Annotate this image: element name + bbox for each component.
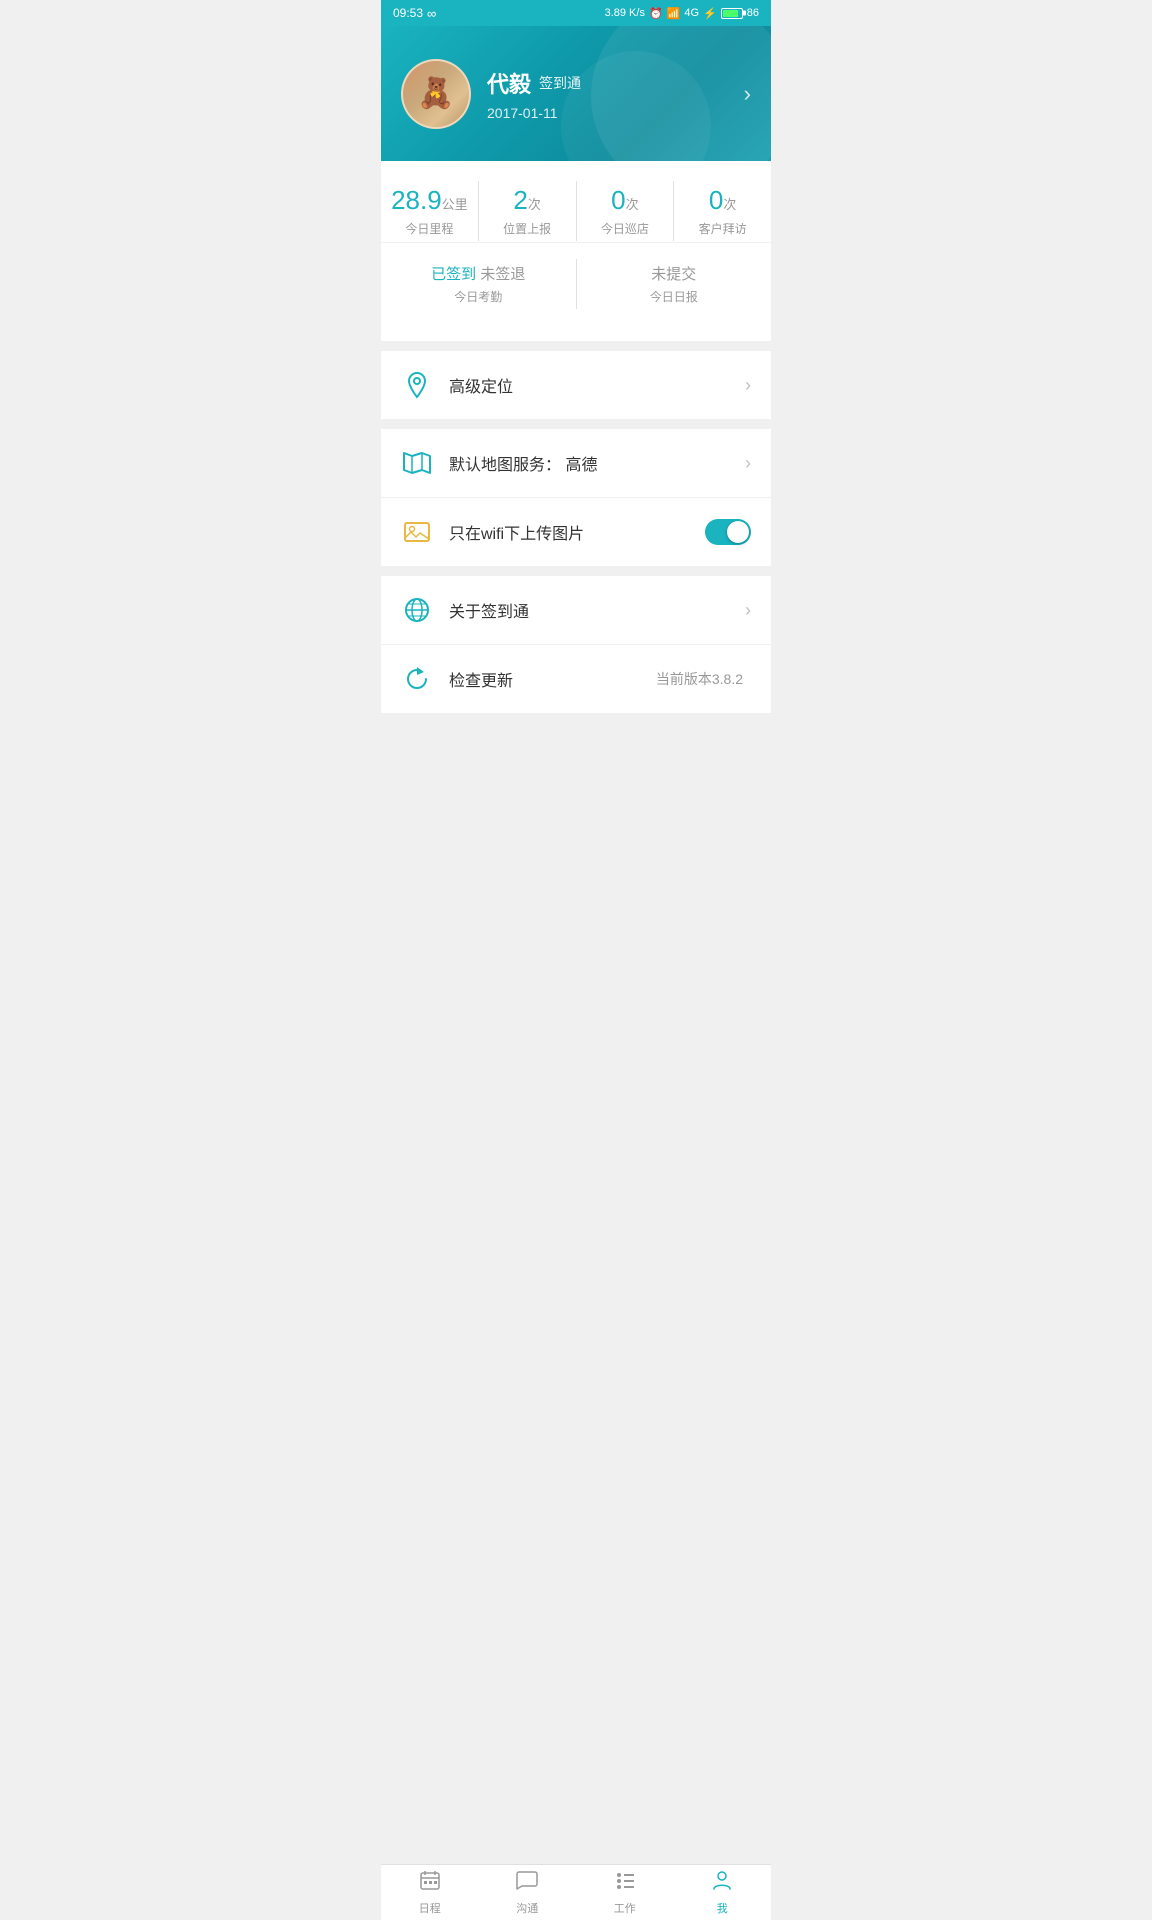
menu-label-about: 关于签到通 <box>449 598 745 622</box>
nav-label-me: 我 <box>717 1900 728 1916</box>
globe-icon <box>401 594 433 626</box>
wifi-icon: 📶 <box>667 7 681 20</box>
map-icon <box>401 447 433 479</box>
menu-label-update: 检查更新 <box>449 667 656 691</box>
chat-icon <box>516 1869 538 1897</box>
avatar <box>401 59 471 129</box>
chevron-location-icon: › <box>745 375 751 396</box>
work-icon <box>614 1869 636 1897</box>
alarm-icon: ⏰ <box>649 7 663 20</box>
menu-label-wifi-upload: 只在wifi下上传图片 <box>449 520 705 544</box>
infinite-icon: ∞ <box>427 6 436 21</box>
status-bar: 09:53 ∞ 3.89 K/s ⏰ 📶 4G ⚡ 86 <box>381 0 771 26</box>
stat-visit-value: 0 <box>709 185 723 215</box>
attend-report: 未提交 今日日报 <box>577 259 772 309</box>
status-time: 09:53 <box>393 6 423 20</box>
attendance-section: 已签到 未签退 今日考勤 未提交 今日日报 <box>381 242 771 325</box>
nav-item-me[interactable]: 我 <box>674 1865 772 1920</box>
user-info: 代毅 签到通 2017-01-11 <box>487 67 744 121</box>
nav-item-work[interactable]: 工作 <box>576 1865 674 1920</box>
battery-level: 86 <box>747 7 759 19</box>
image-upload-icon <box>401 516 433 548</box>
stat-location-unit: 次 <box>528 197 541 212</box>
menu-item-update[interactable]: 检查更新 当前版本3.8.2 <box>381 645 771 713</box>
signal-icon: 4G <box>684 7 699 19</box>
nav-item-schedule[interactable]: 日程 <box>381 1865 479 1920</box>
stat-location-value: 2 <box>513 185 527 215</box>
lightning-icon: ⚡ <box>703 7 717 20</box>
menu-label-location: 高级定位 <box>449 373 745 397</box>
stat-location-label: 位置上报 <box>487 220 568 237</box>
chevron-about-icon: › <box>745 600 751 621</box>
status-left: 09:53 ∞ <box>393 6 436 21</box>
section-divider-3 <box>381 566 771 576</box>
attend-report-label: 今日日报 <box>585 288 764 305</box>
nav-label-schedule: 日程 <box>419 1900 441 1916</box>
nav-label-work: 工作 <box>614 1900 636 1916</box>
menu-item-wifi-upload[interactable]: 只在wifi下上传图片 <box>381 498 771 566</box>
stat-tour-unit: 次 <box>626 197 639 212</box>
stat-tour-label: 今日巡店 <box>585 220 666 237</box>
signed-label: 已签到 <box>431 266 476 283</box>
stat-distance-label: 今日里程 <box>389 220 470 237</box>
profile-chevron-icon: › <box>744 81 751 107</box>
nav-label-chat: 沟通 <box>516 1900 538 1916</box>
menu-item-location[interactable]: 高级定位 › <box>381 351 771 419</box>
attend-report-status: 未提交 <box>585 263 764 284</box>
profile-header[interactable]: 代毅 签到通 2017-01-11 › <box>381 26 771 161</box>
user-name: 代毅 <box>487 67 531 99</box>
stat-tour: 0次 今日巡店 <box>577 181 675 241</box>
stat-distance-value: 28.9 <box>391 185 442 215</box>
schedule-icon <box>419 1869 441 1897</box>
toggle-knob <box>727 521 749 543</box>
stats-section: 28.9公里 今日里程 2次 位置上报 0次 今日巡店 0次 客户 <box>381 161 771 341</box>
section-divider-1 <box>381 341 771 351</box>
menu-value-version: 当前版本3.8.2 <box>656 669 743 689</box>
menu-section-location: 高级定位 › <box>381 351 771 419</box>
app-name: 签到通 <box>539 73 581 93</box>
stat-visit-unit: 次 <box>723 197 736 212</box>
stat-location-report: 2次 位置上报 <box>479 181 577 241</box>
wifi-upload-toggle[interactable] <box>705 519 751 545</box>
menu-label-map: 默认地图服务： 高德 <box>449 451 745 475</box>
bottom-nav: 日程 沟通 工作 我 <box>381 1864 771 1920</box>
location-icon <box>401 369 433 401</box>
stat-distance: 28.9公里 今日里程 <box>381 181 479 241</box>
stat-visit-label: 客户拜访 <box>682 220 763 237</box>
unsigned-label: 未签退 <box>480 266 525 283</box>
attend-checkin-status: 已签到 未签退 <box>389 263 568 284</box>
status-right: 3.89 K/s ⏰ 📶 4G ⚡ 86 <box>605 7 759 20</box>
stat-distance-unit: 公里 <box>442 197 468 212</box>
attend-checkin-label: 今日考勤 <box>389 288 568 305</box>
user-date: 2017-01-11 <box>487 105 744 121</box>
menu-section-about: 关于签到通 › 检查更新 当前版本3.8.2 <box>381 576 771 713</box>
chevron-map-icon: › <box>745 453 751 474</box>
me-icon <box>711 1869 733 1897</box>
menu-item-about[interactable]: 关于签到通 › <box>381 576 771 645</box>
stat-visit: 0次 客户拜访 <box>674 181 771 241</box>
report-status-label: 未提交 <box>651 266 696 283</box>
network-speed: 3.89 K/s <box>605 7 645 19</box>
section-divider-2 <box>381 419 771 429</box>
stat-tour-value: 0 <box>611 185 625 215</box>
nav-item-chat[interactable]: 沟通 <box>479 1865 577 1920</box>
battery-indicator <box>721 8 743 19</box>
attend-checkin: 已签到 未签退 今日考勤 <box>381 259 577 309</box>
refresh-icon <box>401 663 433 695</box>
stats-row: 28.9公里 今日里程 2次 位置上报 0次 今日巡店 0次 客户 <box>381 181 771 241</box>
menu-item-map[interactable]: 默认地图服务： 高德 › <box>381 429 771 498</box>
menu-section-map: 默认地图服务： 高德 › 只在wifi下上传图片 <box>381 429 771 566</box>
